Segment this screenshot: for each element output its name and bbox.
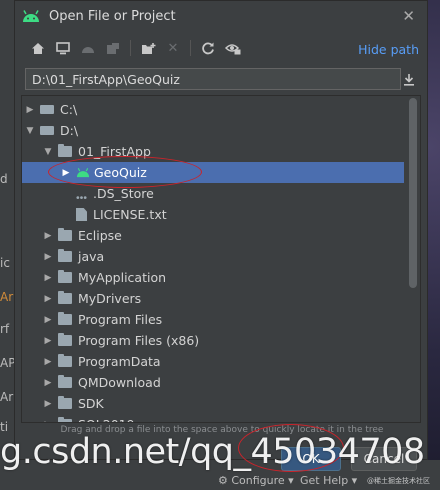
desktop-icon[interactable]: [52, 37, 74, 59]
tree-row-label: QMDownload: [78, 375, 161, 390]
tree-row[interactable]: ▶ ProgramData: [22, 351, 404, 372]
annotation-circle-geoquiz: [48, 156, 202, 188]
tree-row[interactable]: ▶ Eclipse: [22, 225, 404, 246]
download-icon[interactable]: [399, 69, 419, 89]
collapse-arrow-icon[interactable]: ▼: [42, 147, 54, 157]
show-hidden-files-icon[interactable]: [222, 37, 244, 59]
folder-icon: [58, 228, 72, 241]
tree-row-label: LICENSE.txt: [93, 207, 167, 222]
path-row: [25, 67, 419, 91]
tree-row-label: MyDrivers: [78, 291, 142, 306]
background-glyph: ic: [0, 256, 10, 270]
tree-row[interactable]: ▶ C:\: [22, 99, 404, 120]
tree-row[interactable]: LICENSE.txt: [22, 204, 404, 225]
toolbar-separator: [190, 40, 191, 56]
tree-row-label: SQL2019: [78, 417, 135, 422]
expand-arrow-icon[interactable]: ▶: [42, 378, 54, 388]
folder-icon: [58, 291, 72, 304]
tree-scrollbar[interactable]: [406, 96, 420, 422]
tree-row-label: ProgramData: [78, 354, 161, 369]
background-ide-left-strip: d ic Ar rf AP Ar ti: [0, 0, 15, 490]
background-glyph: Ar: [0, 390, 14, 404]
expand-arrow-icon[interactable]: ▶: [42, 252, 54, 262]
tree-row[interactable]: ▶ SQL2019: [22, 414, 404, 423]
background-glyph: rf: [0, 322, 10, 336]
tree-row-label: java: [78, 249, 105, 264]
hide-path-link[interactable]: Hide path: [358, 42, 419, 57]
tree-row[interactable]: ▶ java: [22, 246, 404, 267]
tree-row-label: Program Files: [78, 312, 163, 327]
text-file-icon: [76, 208, 87, 221]
folder-icon: [58, 396, 72, 409]
folder-icon: [58, 312, 72, 325]
expand-arrow-icon[interactable]: ▶: [42, 315, 54, 325]
open-file-dialog: Open File or Project ✕ ✕ Hide path D:\01…: [14, 0, 428, 471]
background-glyph: Ar: [0, 290, 14, 304]
toolbar-separator: [130, 40, 131, 56]
expand-arrow-icon[interactable]: ▶: [42, 399, 54, 409]
android-icon: [23, 10, 39, 22]
tree-row[interactable]: .DS_Store: [22, 183, 404, 204]
tree-row[interactable]: ▶ QMDownload: [22, 372, 404, 393]
tree-row-label: D:\: [60, 123, 79, 138]
folder-icon: [58, 333, 72, 346]
drive-icon: [40, 105, 54, 114]
tree-row[interactable]: ▶ Program Files (x86): [22, 330, 404, 351]
expand-arrow-icon[interactable]: ▶: [42, 336, 54, 346]
tree-row-label: MyApplication: [78, 270, 167, 285]
dialog-titlebar: Open File or Project: [15, 1, 427, 31]
folder-icon: [58, 144, 72, 157]
expand-arrow-icon[interactable]: ▶: [42, 357, 54, 367]
expand-arrow-icon[interactable]: ▶: [24, 105, 36, 115]
tree-row[interactable]: ▼ D:\: [22, 120, 404, 141]
home-icon[interactable]: [27, 37, 49, 59]
dotfile-icon: [76, 196, 87, 199]
new-folder-icon[interactable]: [137, 37, 159, 59]
tree-row[interactable]: ▶ MyApplication: [22, 267, 404, 288]
expand-arrow-icon[interactable]: ▶: [42, 231, 54, 241]
delete-icon[interactable]: ✕: [162, 37, 184, 59]
dialog-title: Open File or Project: [49, 8, 176, 24]
folder-icon: [58, 249, 72, 262]
collapse-arrow-icon[interactable]: ▼: [24, 126, 36, 136]
tree-row-label: .DS_Store: [93, 186, 154, 201]
background-glyph: d: [0, 172, 8, 186]
tree-row[interactable]: ▶ MyDrivers: [22, 288, 404, 309]
watermark-url: g.csdn.net/qq_45034708: [0, 432, 425, 472]
scrollbar-thumb[interactable]: [409, 98, 417, 288]
tree-row-label: Program Files (x86): [78, 333, 200, 348]
path-input[interactable]: [25, 68, 401, 90]
folder-icon: [58, 270, 72, 283]
file-tree[interactable]: ▶ C:\ ▼ D:\ ▼ 01_FirstApp ▶ GeoQuiz .DS_Store LIC…: [21, 95, 421, 423]
close-icon[interactable]: ✕: [402, 7, 415, 25]
expand-arrow-icon[interactable]: ▶: [42, 420, 54, 423]
tree-row-label: Eclipse: [78, 228, 122, 243]
folder-icon: [58, 375, 72, 388]
expand-arrow-icon[interactable]: ▶: [42, 273, 54, 283]
folder-icon: [58, 354, 72, 367]
tree-row[interactable]: ▶ SDK: [22, 393, 404, 414]
tree-row[interactable]: ▶ Program Files: [22, 309, 404, 330]
refresh-icon[interactable]: [197, 37, 219, 59]
folder-icon: [58, 417, 72, 422]
screenshot-root: d ic Ar rf AP Ar ti Open File or Project…: [0, 0, 440, 490]
drive-icon: [40, 126, 54, 135]
tree-row-label: SDK: [78, 396, 104, 411]
watermark-community: @稀土掘金技术社区: [367, 477, 430, 485]
tree-row-label: C:\: [60, 102, 78, 117]
android-project-icon[interactable]: [77, 37, 99, 59]
module-icon[interactable]: [102, 37, 124, 59]
expand-arrow-icon[interactable]: ▶: [42, 294, 54, 304]
